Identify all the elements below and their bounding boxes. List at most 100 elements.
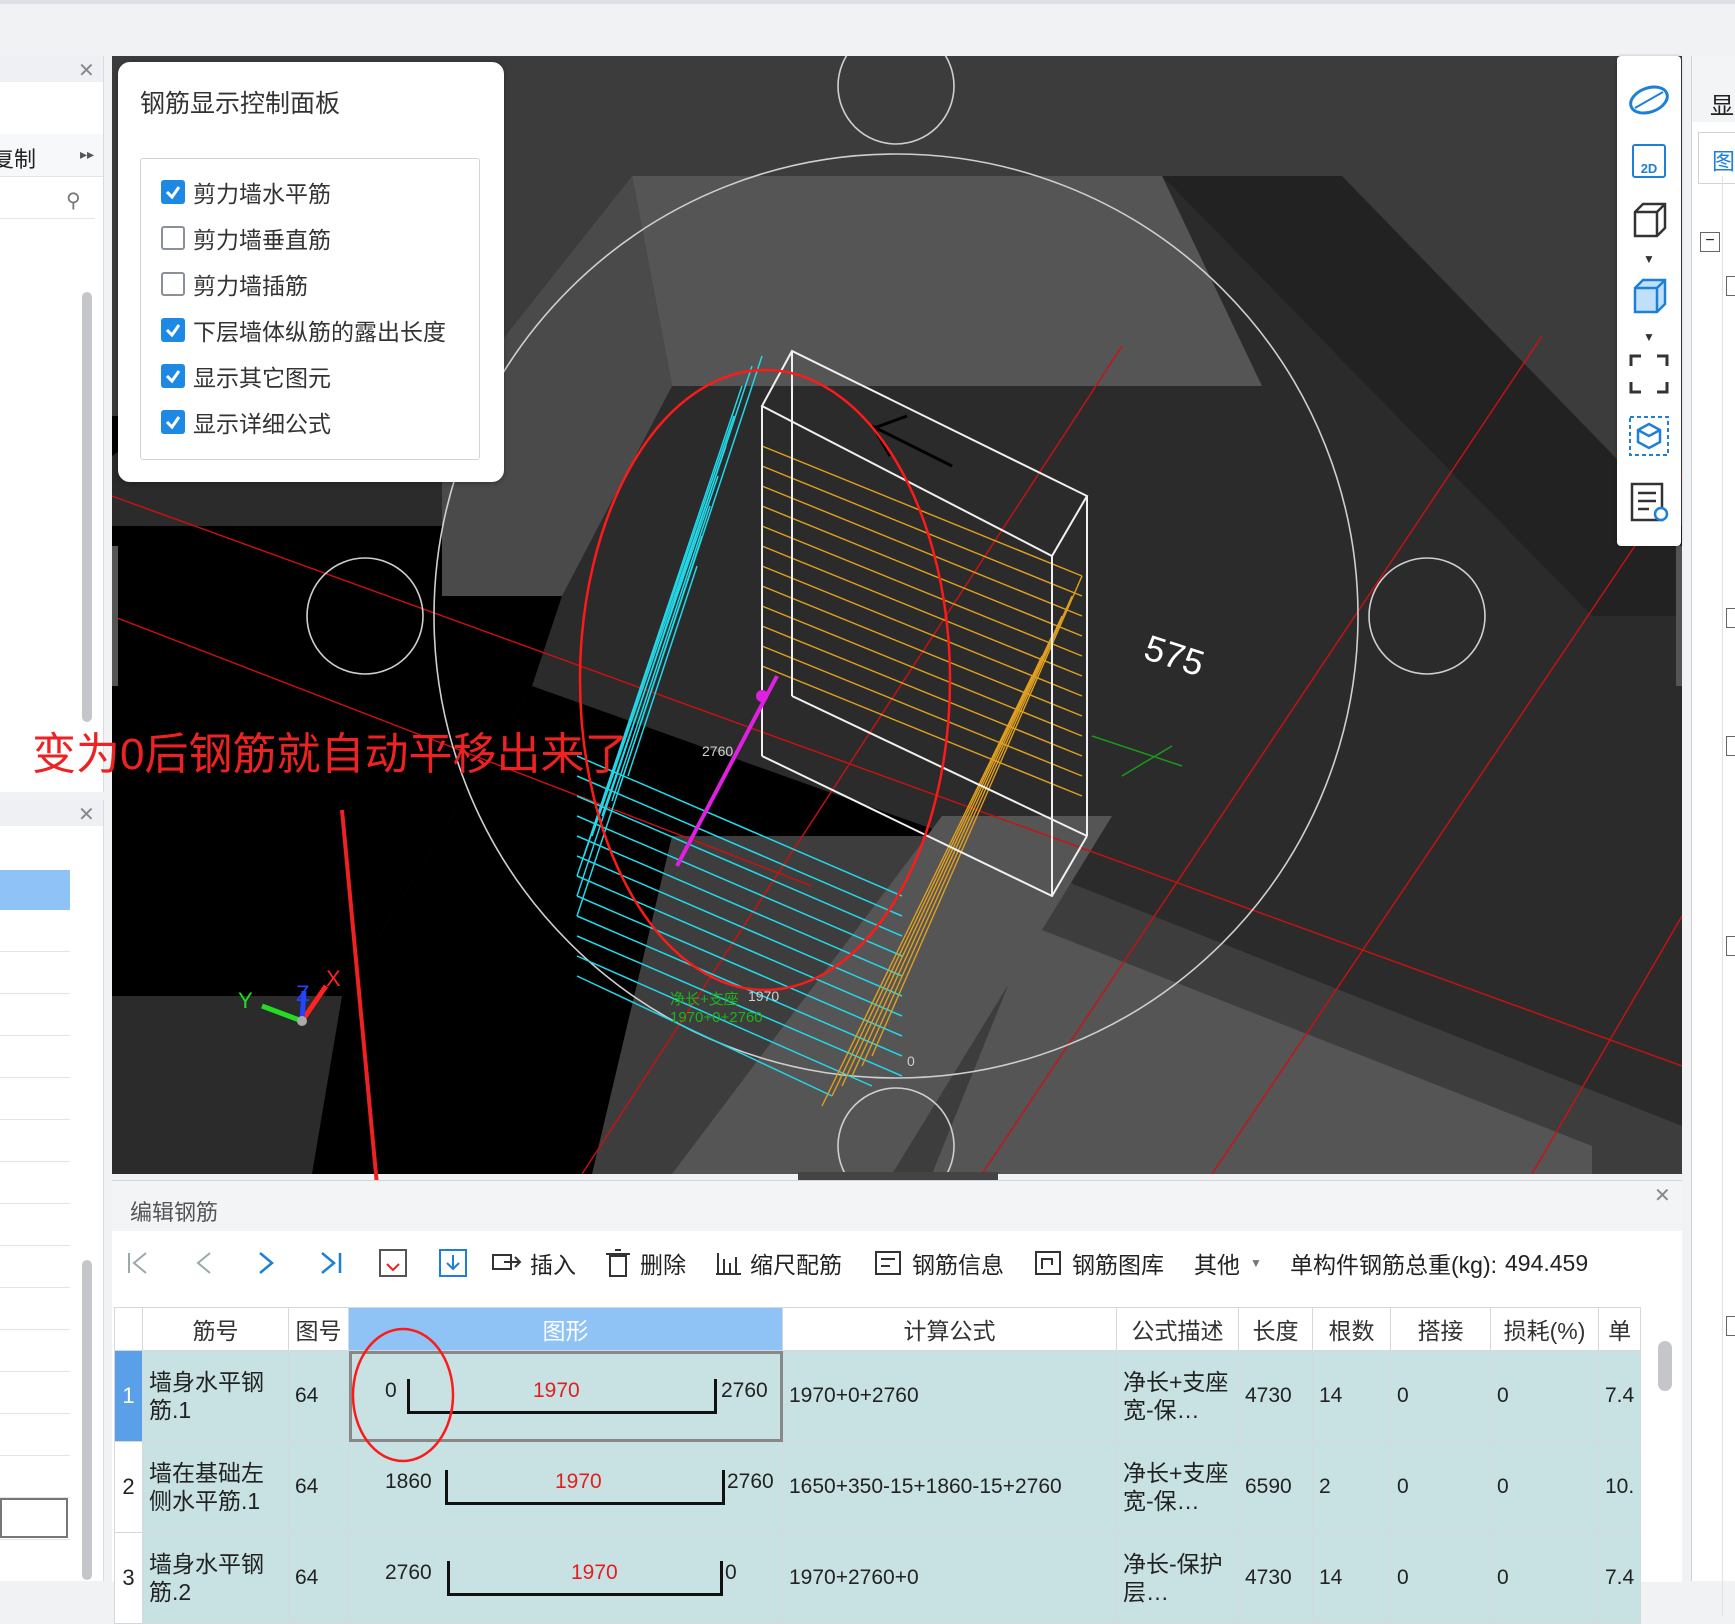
- collapse-icon[interactable]: [1726, 736, 1735, 756]
- 2d-view-icon[interactable]: 2D: [1632, 144, 1666, 178]
- scale-rebar-button[interactable]: 缩尺配筋: [714, 1243, 842, 1283]
- column-header[interactable]: 搭接: [1390, 1307, 1491, 1351]
- collapse-icon[interactable]: [1726, 276, 1735, 296]
- cell-lap[interactable]: 0: [1390, 1441, 1491, 1533]
- rebar-info-label: 钢筋信息: [912, 1252, 1004, 1278]
- checkbox-checked-icon[interactable]: [161, 180, 185, 204]
- table-row[interactable]: 1 墙身水平钢筋.1 64 0 1970 2760 1970+0+2760 净长…: [114, 1350, 1642, 1442]
- column-header[interactable]: 损耗(%): [1490, 1307, 1599, 1351]
- cell-fig[interactable]: 64: [288, 1532, 349, 1624]
- column-header[interactable]: 图号: [288, 1307, 349, 1351]
- close-icon[interactable]: ✕: [1654, 1183, 1671, 1208]
- insert-button[interactable]: 插入: [490, 1243, 576, 1283]
- cell-name[interactable]: 墙在基础左侧水平筋.1: [142, 1441, 289, 1533]
- column-header[interactable]: 公式描述: [1116, 1307, 1239, 1351]
- cell-unit[interactable]: 7.4: [1597, 1350, 1642, 1442]
- column-header[interactable]: 单: [1597, 1307, 1642, 1351]
- cell-loss[interactable]: 0: [1490, 1350, 1599, 1442]
- move-down-button[interactable]: [438, 1243, 476, 1283]
- fit-view-icon[interactable]: [1627, 352, 1671, 396]
- cell-fig[interactable]: 64: [288, 1350, 349, 1442]
- cell-loss[interactable]: 0: [1490, 1532, 1599, 1624]
- scrollbar[interactable]: [82, 292, 92, 722]
- search-icon[interactable]: ⚲: [66, 188, 81, 213]
- collapse-icon[interactable]: [1726, 1316, 1735, 1336]
- cell-length[interactable]: 4730: [1238, 1532, 1313, 1624]
- bottom-resize-grip[interactable]: [798, 1172, 998, 1180]
- cell-loss[interactable]: 0: [1490, 1441, 1599, 1533]
- cell-desc[interactable]: 净长+支座宽-保…: [1116, 1350, 1239, 1442]
- chevron-down-icon[interactable]: ▼: [1643, 252, 1655, 266]
- cell-desc[interactable]: 净长+支座宽-保…: [1116, 1441, 1239, 1533]
- other-dropdown[interactable]: 其他 ▼: [1194, 1243, 1262, 1283]
- left-resize-grip[interactable]: [112, 546, 118, 686]
- cell-fig[interactable]: 64: [288, 1441, 349, 1533]
- cell-count[interactable]: 14: [1312, 1350, 1391, 1442]
- column-header[interactable]: 长度: [1238, 1307, 1313, 1351]
- cell-name[interactable]: 墙身水平钢筋.2: [142, 1532, 289, 1624]
- 3d-box-icon[interactable]: [1627, 198, 1671, 242]
- expand-icon[interactable]: ▸▸: [80, 146, 94, 163]
- table-row[interactable]: 2 墙在基础左侧水平筋.1 64 1860 1970 2760 1650+350…: [114, 1441, 1642, 1533]
- search-field[interactable]: [0, 184, 95, 219]
- cell-unit[interactable]: 7.4: [1597, 1532, 1642, 1624]
- right-panel-tab-label[interactable]: 图: [1712, 142, 1735, 176]
- move-up-button[interactable]: [378, 1243, 416, 1283]
- cell-count[interactable]: 2: [1312, 1441, 1391, 1533]
- cell-length[interactable]: 4730: [1238, 1350, 1313, 1442]
- option-shear-wall-dowel[interactable]: 剪力墙插筋: [161, 267, 308, 301]
- cell-formula[interactable]: 1970+2760+0: [782, 1532, 1117, 1624]
- cell-formula[interactable]: 1650+350-15+1860-15+2760: [782, 1441, 1117, 1533]
- selected-row[interactable]: [0, 870, 70, 910]
- option-shear-wall-vertical[interactable]: 剪力墙垂直筋: [161, 221, 331, 255]
- row-index[interactable]: 2: [114, 1441, 143, 1533]
- scrollbar[interactable]: [82, 1260, 92, 1580]
- cell-name[interactable]: 墙身水平钢筋.1: [142, 1350, 289, 1442]
- cell-length[interactable]: 6590: [1238, 1441, 1313, 1533]
- checkbox-checked-icon[interactable]: [161, 364, 185, 388]
- delete-button[interactable]: 删除: [604, 1243, 686, 1283]
- cell-unit[interactable]: 10.: [1597, 1441, 1642, 1533]
- checkbox-checked-icon[interactable]: [161, 318, 185, 342]
- cell-lap[interactable]: 0: [1390, 1532, 1491, 1624]
- option-lower-wall-exposed-length[interactable]: 下层墙体纵筋的露出长度: [161, 313, 446, 347]
- collapse-icon[interactable]: −: [1700, 232, 1720, 252]
- column-header[interactable]: 筋号: [142, 1307, 289, 1351]
- list-item[interactable]: [0, 1498, 68, 1538]
- checkbox-unchecked-icon[interactable]: [161, 272, 185, 296]
- checkbox-unchecked-icon[interactable]: [161, 226, 185, 250]
- chevron-down-icon[interactable]: ▼: [1643, 330, 1655, 344]
- column-header[interactable]: 计算公式: [782, 1307, 1117, 1351]
- row-index[interactable]: 3: [114, 1532, 143, 1624]
- solid-box-icon[interactable]: [1627, 274, 1671, 318]
- cell-lap[interactable]: 0: [1390, 1350, 1491, 1442]
- option-show-other-elements[interactable]: 显示其它图元: [161, 359, 331, 393]
- copy-tab-label[interactable]: 复制: [0, 142, 36, 174]
- collapse-icon[interactable]: [1726, 608, 1735, 628]
- cell-desc[interactable]: 净长-保护层…: [1116, 1532, 1239, 1624]
- table-scrollbar[interactable]: [1658, 1341, 1672, 1391]
- row-index[interactable]: 1: [114, 1350, 143, 1442]
- right-resize-grip[interactable]: [1676, 546, 1682, 686]
- table-row[interactable]: 3 墙身水平钢筋.2 64 2760 1970 0 1970+2760+0 净长…: [114, 1532, 1642, 1624]
- orbit-icon[interactable]: [1627, 78, 1671, 122]
- cell-formula[interactable]: 1970+0+2760: [782, 1350, 1117, 1442]
- option-show-detailed-formula[interactable]: 显示详细公式: [161, 405, 331, 439]
- insert-label: 插入: [530, 1252, 576, 1278]
- close-icon[interactable]: ✕: [78, 58, 95, 83]
- close-icon[interactable]: ✕: [78, 802, 95, 827]
- next-record-button[interactable]: [256, 1243, 284, 1283]
- cell-shape[interactable]: 2760 1970 0: [348, 1532, 783, 1624]
- cell-count[interactable]: 14: [1312, 1532, 1391, 1624]
- report-view-icon[interactable]: [1627, 480, 1671, 524]
- option-shear-wall-horizontal[interactable]: 剪力墙水平筋: [161, 175, 331, 209]
- view-cube-icon[interactable]: [1627, 414, 1671, 458]
- last-record-button[interactable]: [318, 1243, 352, 1283]
- checkbox-checked-icon[interactable]: [161, 410, 185, 434]
- collapse-icon[interactable]: [1726, 936, 1735, 956]
- column-header[interactable]: 根数: [1312, 1307, 1391, 1351]
- prev-record-button[interactable]: [194, 1243, 222, 1283]
- rebar-info-button[interactable]: 钢筋信息: [874, 1243, 1004, 1283]
- first-record-button[interactable]: [126, 1243, 158, 1283]
- rebar-library-button[interactable]: 钢筋图库: [1034, 1243, 1164, 1283]
